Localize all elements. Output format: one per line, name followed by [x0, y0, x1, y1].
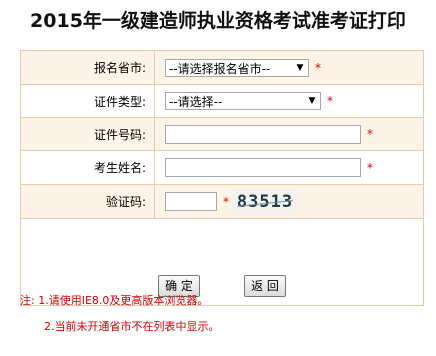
province-select[interactable]: --请选择报名省市-- ▼ — [165, 58, 309, 77]
id-type-field-cell: --请选择-- ▼ * — [154, 84, 424, 118]
captcha-row: 验证码: * 83513 — [20, 184, 424, 219]
id-type-label: 证件类型: — [20, 84, 155, 118]
name-row: 考生姓名: * — [20, 150, 424, 185]
province-select-value: --请选择报名省市-- — [169, 61, 271, 76]
name-input[interactable] — [165, 158, 361, 177]
id-type-select[interactable]: --请选择-- ▼ — [165, 92, 321, 110]
id-number-row: 证件号码: * — [20, 117, 424, 151]
required-mark: * — [223, 194, 229, 209]
province-label: 报名省市: — [20, 50, 155, 85]
print-form: 报名省市: --请选择报名省市-- ▼ * 证件类型: --请选择-- ▼ * … — [20, 50, 424, 306]
chevron-down-icon[interactable]: ▼ — [304, 93, 320, 109]
required-mark: * — [367, 160, 373, 175]
back-button[interactable]: 返 回 — [244, 275, 286, 297]
captcha-label: 验证码: — [20, 184, 155, 219]
page-title: 2015年一级建造师执业资格考试准考证打印 — [30, 10, 406, 32]
chevron-down-icon[interactable]: ▼ — [292, 60, 308, 76]
name-label: 考生姓名: — [20, 150, 155, 185]
name-field-cell: * — [154, 150, 424, 185]
province-field-cell: --请选择报名省市-- ▼ * — [154, 50, 424, 85]
province-row: 报名省市: --请选择报名省市-- ▼ * — [20, 50, 424, 85]
id-number-label: 证件号码: — [20, 117, 155, 151]
note-line-1: 注: 1.请使用IE8.0及更高版本浏览器。 — [20, 294, 209, 307]
required-mark: * — [367, 127, 373, 141]
id-number-field-cell: * — [154, 117, 424, 151]
captcha-field-cell: * 83513 — [154, 184, 424, 219]
captcha-input[interactable] — [165, 192, 217, 211]
id-type-select-value: --请选择-- — [169, 95, 223, 109]
required-mark: * — [327, 94, 333, 108]
required-mark: * — [315, 60, 321, 75]
captcha-image[interactable]: 83513 — [233, 188, 297, 215]
id-number-input[interactable] — [165, 124, 361, 144]
id-type-row: 证件类型: --请选择-- ▼ * — [20, 84, 424, 118]
note-line-2: 2.当前未开通省市不在列表中显示。 — [44, 320, 220, 333]
